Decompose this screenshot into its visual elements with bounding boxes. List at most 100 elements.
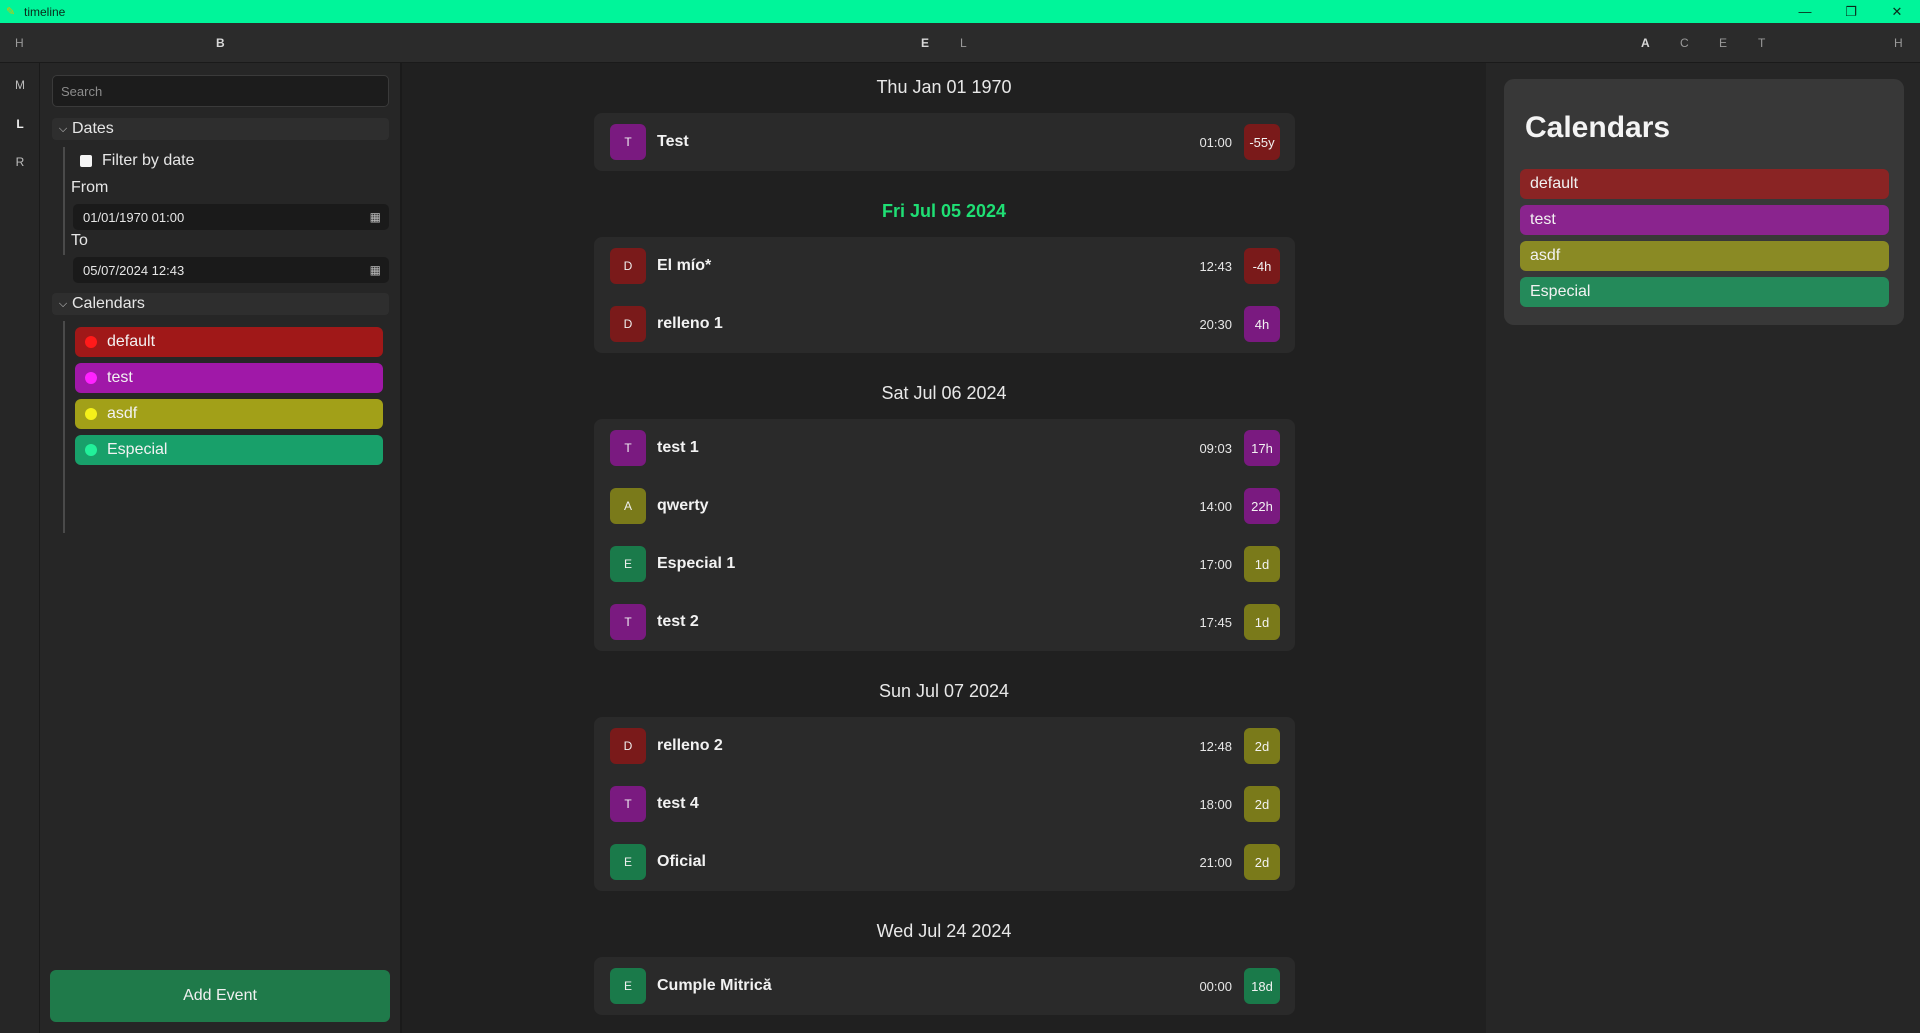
day-card: E Cumple Mitrică 00:00 18d xyxy=(594,957,1295,1015)
maximize-icon[interactable]: ❐ xyxy=(1828,0,1874,23)
event-title: qwerty xyxy=(657,497,709,514)
dates-section-label: Dates xyxy=(72,120,114,137)
to-label: To xyxy=(71,232,88,249)
toolbar-item-h-right[interactable]: H xyxy=(1894,23,1904,63)
event-row[interactable]: Ttest 4 18:00 2d xyxy=(594,775,1295,833)
event-relative-badge: 18d xyxy=(1244,968,1280,1004)
calendars-panel-title: Calendars xyxy=(1525,111,1671,144)
panel-calendar-default[interactable]: default xyxy=(1520,169,1889,199)
dates-section-header[interactable]: ⌵ Dates xyxy=(52,118,389,140)
filter-by-date-row[interactable]: Filter by date xyxy=(80,152,194,170)
event-title: test 1 xyxy=(657,439,699,456)
event-title: Test xyxy=(657,133,689,150)
event-relative-badge: 1d xyxy=(1244,604,1280,640)
close-icon[interactable]: ✕ xyxy=(1874,0,1920,23)
event-calendar-avatar: E xyxy=(610,546,646,582)
event-calendar-avatar: A xyxy=(610,488,646,524)
from-label: From xyxy=(71,179,109,196)
event-relative-badge: 2d xyxy=(1244,786,1280,822)
event-relative-badge: 4h xyxy=(1244,306,1280,342)
calendars-tree-line xyxy=(63,321,65,533)
event-title: relleno 2 xyxy=(657,737,723,754)
add-event-button[interactable]: Add Event xyxy=(50,970,390,1022)
calendar-icon[interactable]: ▦ xyxy=(370,210,381,224)
calendar-label: default xyxy=(107,333,156,350)
toolbar-item-e[interactable]: E xyxy=(921,23,930,63)
calendars-panel: Calendars default test asdf Especial xyxy=(1504,79,1904,325)
day-header: Thu Jan 01 1970 xyxy=(876,77,1012,97)
to-date-value: 05/07/2024 12:43 xyxy=(83,262,185,278)
toolbar-item-t[interactable]: T xyxy=(1758,23,1766,63)
to-date-field[interactable]: 05/07/2024 12:43 ▦ xyxy=(73,257,389,283)
event-title: El mío* xyxy=(657,257,712,274)
event-row[interactable]: Ttest 1 09:03 17h xyxy=(594,419,1295,477)
calendar-label: test xyxy=(107,369,133,386)
toolbar-item-c[interactable]: C xyxy=(1680,23,1690,63)
sidebar: ⌵ Dates Filter by date From 01/01/1970 0… xyxy=(40,63,402,1033)
chevron-down-icon: ⌵ xyxy=(58,122,68,135)
event-title: test 4 xyxy=(657,795,699,812)
event-calendar-avatar: E xyxy=(610,968,646,1004)
event-calendar-avatar: D xyxy=(610,306,646,342)
day-card: Drelleno 2 12:48 2d Ttest 4 18:00 2d E Oficial 2… xyxy=(594,717,1295,891)
panel-calendar-test[interactable]: test xyxy=(1520,205,1889,235)
calendar-icon[interactable]: ▦ xyxy=(370,263,381,277)
toolbar-item-e2[interactable]: E xyxy=(1719,23,1728,63)
right-panel: Calendars default test asdf Especial xyxy=(1486,63,1920,1033)
rail-item-r[interactable]: R xyxy=(0,155,40,169)
top-toolbar: H B E L A C E T H xyxy=(0,23,1920,63)
event-row[interactable]: T Test 01:00 -55y xyxy=(594,113,1295,171)
day-card: T Test 01:00 -55y xyxy=(594,113,1295,171)
event-title: test 2 xyxy=(657,613,699,630)
sidebar-calendar-test[interactable]: test xyxy=(75,363,383,393)
event-row[interactable]: D El mío* 12:43 -4h xyxy=(594,237,1295,295)
minimize-icon[interactable]: — xyxy=(1782,0,1828,23)
event-calendar-avatar: E xyxy=(610,844,646,880)
event-row[interactable]: Ttest 2 17:45 1d xyxy=(594,593,1295,651)
from-date-field[interactable]: 01/01/1970 01:00 ▦ xyxy=(73,204,389,230)
event-time: 17:45 xyxy=(1199,614,1232,630)
day-header: Sun Jul 07 2024 xyxy=(878,681,1010,701)
dates-tree-line xyxy=(63,147,65,255)
event-relative-badge: 17h xyxy=(1244,430,1280,466)
event-time: 12:43 xyxy=(1199,258,1232,274)
toolbar-item-h-left[interactable]: H xyxy=(15,23,25,63)
from-date-value: 01/01/1970 01:00 xyxy=(83,209,185,225)
panel-calendar-especial[interactable]: Especial xyxy=(1520,277,1889,307)
sidebar-calendar-default[interactable]: default xyxy=(75,327,383,357)
toolbar-item-l[interactable]: L xyxy=(960,23,968,63)
calendar-label: asdf xyxy=(107,405,138,422)
event-time: 12:48 xyxy=(1199,738,1232,754)
calendars-section-label: Calendars xyxy=(72,295,145,312)
event-row[interactable]: Drelleno 2 12:48 2d xyxy=(594,717,1295,775)
filter-checkbox[interactable] xyxy=(80,155,92,167)
calendars-section-header[interactable]: ⌵ Calendars xyxy=(52,293,389,315)
event-row[interactable]: E Cumple Mitrică 00:00 18d xyxy=(594,957,1295,1015)
event-title: relleno 1 xyxy=(657,315,723,332)
sidebar-calendar-especial[interactable]: Especial xyxy=(75,435,383,465)
toolbar-item-b[interactable]: B xyxy=(216,23,226,63)
sidebar-calendar-asdf[interactable]: asdf xyxy=(75,399,383,429)
rail-item-l[interactable]: L xyxy=(0,117,40,131)
toolbar-item-a[interactable]: A xyxy=(1641,23,1651,63)
event-time: 01:00 xyxy=(1199,134,1232,150)
event-row[interactable]: E Oficial 21:00 2d xyxy=(594,833,1295,891)
event-relative-badge: 2d xyxy=(1244,844,1280,880)
day-card: D El mío* 12:43 -4h Drelleno 1 20:30 4h xyxy=(594,237,1295,353)
event-row[interactable]: E Especial 1 17:00 1d xyxy=(594,535,1295,593)
event-time: 09:03 xyxy=(1199,440,1232,456)
event-relative-badge: 22h xyxy=(1244,488,1280,524)
search-input[interactable] xyxy=(52,75,389,107)
title-bar: ✎ timeline — ❐ ✕ xyxy=(0,0,1920,23)
calendar-color-dot xyxy=(85,408,97,420)
event-relative-badge: -55y xyxy=(1244,124,1280,160)
event-calendar-avatar: T xyxy=(610,124,646,160)
event-row[interactable]: Drelleno 1 20:30 4h xyxy=(594,295,1295,353)
event-title: Especial 1 xyxy=(657,555,736,572)
panel-calendar-asdf[interactable]: asdf xyxy=(1520,241,1889,271)
day-card: Ttest 1 09:03 17h Aqwerty 14:00 22h E Especial … xyxy=(594,419,1295,651)
rail-item-m[interactable]: M xyxy=(0,78,40,92)
event-relative-badge: 2d xyxy=(1244,728,1280,764)
event-row[interactable]: Aqwerty 14:00 22h xyxy=(594,477,1295,535)
event-time: 00:00 xyxy=(1199,978,1232,994)
